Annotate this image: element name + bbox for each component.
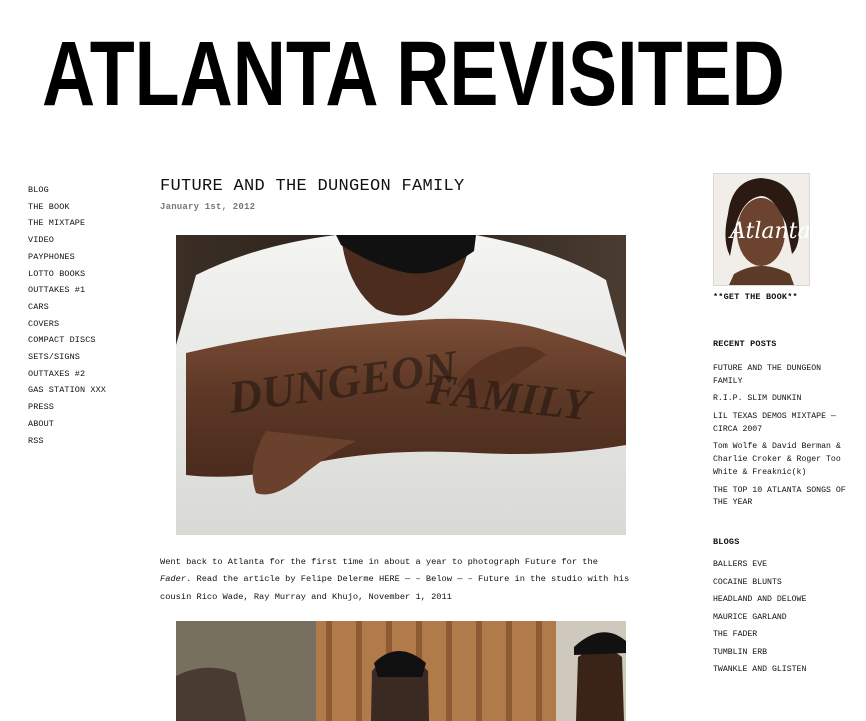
recent-post-link[interactable]: FUTURE AND THE DUNGEON FAMILY (713, 363, 849, 389)
blogs-heading: BLOGS (713, 537, 740, 548)
blog-link[interactable]: COCAINE BLUNTS (713, 577, 853, 590)
nav-item-press[interactable]: PRESS (28, 399, 148, 416)
blogs-list: BALLERS EVE COCAINE BLUNTS HEADLAND AND … (713, 559, 853, 677)
right-sidebar: Atlanta **GET THE BOOK** RECENT POSTS FU… (713, 173, 853, 682)
post-photo-studio-illustration (176, 621, 626, 721)
book-cover[interactable]: Atlanta (713, 173, 810, 286)
book-cover-illustration: Atlanta (714, 174, 809, 285)
blog-link[interactable]: HEADLAND AND DELOWE (713, 594, 853, 607)
nav-item-payphones[interactable]: PAYPHONES (28, 249, 148, 266)
nav-item-the-mixtape[interactable]: THE MIXTAPE (28, 215, 148, 232)
post-photo-illustration: DUNGEON FAMILY (176, 235, 626, 535)
blog-link[interactable]: MAURICE GARLAND (713, 612, 853, 625)
post-title[interactable]: FUTURE AND THE DUNGEON FAMILY (160, 176, 636, 198)
post-date: January 1st, 2012 (160, 202, 256, 212)
blog-link[interactable]: THE FADER (713, 629, 853, 642)
site-title[interactable]: ATLANTA REVISITED (42, 24, 785, 124)
nav-item-cars[interactable]: CARS (28, 299, 148, 316)
nav-item-about[interactable]: ABOUT (28, 416, 148, 433)
left-nav: BLOG THE BOOK THE MIXTAPE VIDEO PAYPHONE… (28, 182, 148, 449)
recent-posts-heading: RECENT POSTS (713, 339, 777, 349)
get-the-book-link[interactable]: **GET THE BOOK** (713, 292, 853, 302)
nav-item-outtakes-1[interactable]: OUTTAKES #1 (28, 282, 148, 299)
post-photo-studio[interactable] (176, 621, 626, 721)
post-body: Went back to Atlanta for the first time … (160, 554, 632, 606)
nav-item-the-book[interactable]: THE BOOK (28, 199, 148, 216)
post: FUTURE AND THE DUNGEON FAMILY January 1s… (160, 176, 636, 721)
recent-post-link[interactable]: Tom Wolfe & David Berman & Charlie Croke… (713, 441, 849, 479)
nav-item-video[interactable]: VIDEO (28, 232, 148, 249)
nav-item-gas-station-xxx[interactable]: GAS STATION XXX (28, 382, 148, 399)
nav-item-covers[interactable]: COVERS (28, 316, 148, 333)
recent-post-link[interactable]: LIL TEXAS DEMOS MIXTAPE — CIRCA 2007 (713, 411, 849, 437)
blog-link[interactable]: TUMBLIN ERB (713, 647, 853, 660)
recent-posts-list: FUTURE AND THE DUNGEON FAMILY R.I.P. SLI… (713, 363, 853, 510)
blog-link[interactable]: BALLERS EVE (713, 559, 853, 572)
nav-item-outtaxes-2[interactable]: OUTTAXES #2 (28, 366, 148, 383)
book-cover-script: Atlanta (728, 219, 809, 244)
nav-item-rss[interactable]: RSS (28, 433, 148, 450)
recent-post-link[interactable]: R.I.P. SLIM DUNKIN (713, 393, 849, 406)
blog-link[interactable]: TWANKLE AND GLISTEN (713, 664, 853, 677)
nav-item-sets-signs[interactable]: SETS/SIGNS (28, 349, 148, 366)
post-body-text-1: Went back to Atlanta for the first time … (160, 557, 598, 567)
nav-item-lotto-books[interactable]: LOTTO BOOKS (28, 266, 148, 283)
nav-item-blog[interactable]: BLOG (28, 182, 148, 199)
recent-post-link[interactable]: THE TOP 10 ATLANTA SONGS OF THE YEAR (713, 485, 849, 511)
post-body-text-2: . Read the article by Felipe Delerme (186, 574, 379, 585)
nav-item-compact-discs[interactable]: COMPACT DISCS (28, 332, 148, 349)
post-body-link-here[interactable]: HERE (379, 574, 400, 584)
post-body-fader: Fader (160, 574, 187, 585)
post-photo-future[interactable]: DUNGEON FAMILY (176, 235, 626, 535)
